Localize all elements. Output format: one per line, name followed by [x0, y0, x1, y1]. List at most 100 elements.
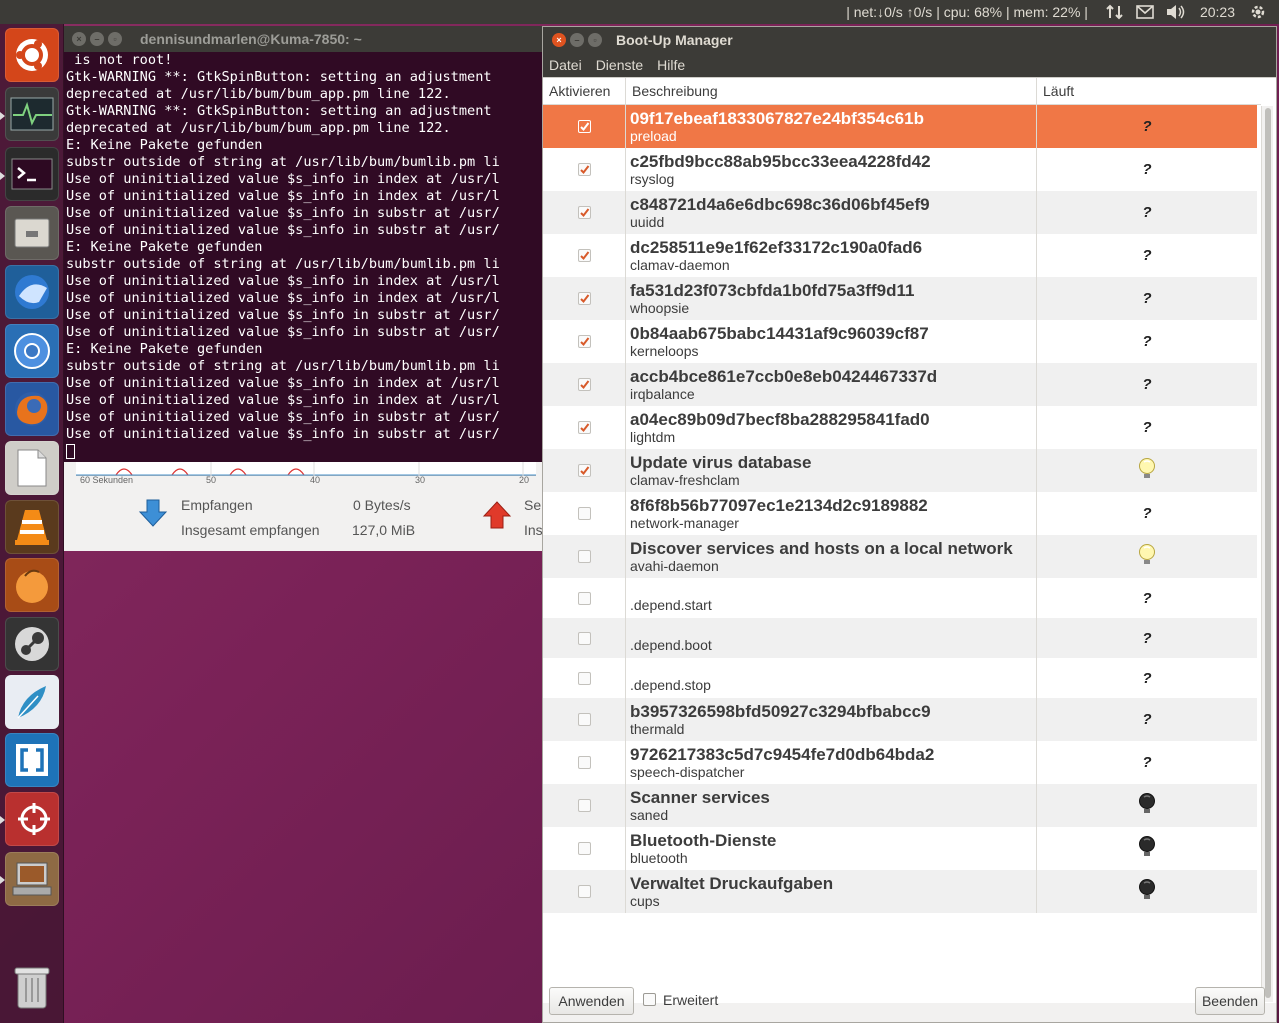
- scrollbar-thumb[interactable]: [1265, 108, 1271, 998]
- maximize-icon[interactable]: ▫: [588, 33, 602, 47]
- service-row-thermald[interactable]: b3957326598bfd50927c3294bfbabcc9 thermald…: [543, 698, 1257, 741]
- close-icon[interactable]: ×: [72, 32, 86, 46]
- advanced-checkbox[interactable]: [643, 993, 656, 1006]
- service-row-dot-depend-stop[interactable]: .depend.stop?: [543, 658, 1257, 698]
- service-row-clamav-daemon[interactable]: dc258511e9e1f62ef33172c190a0fad6 clamav-d…: [543, 234, 1257, 277]
- service-row-speech-dispatcher[interactable]: 9726217383c5d7c9454fe7d0db64bda2 speech-d…: [543, 741, 1257, 784]
- document-icon[interactable]: [5, 441, 59, 495]
- service-row-lightdm[interactable]: a04ec89b09d7becf8ba288295841fad0 lightdm?: [543, 406, 1257, 449]
- description-cell: 09f17ebeaf1833067827e24bf354c61b preload: [626, 105, 1037, 148]
- minimize-icon[interactable]: –: [90, 32, 104, 46]
- service-row-uuidd[interactable]: c848721d4a6e6dbc698c36d06bf45ef9 uuidd?: [543, 191, 1257, 234]
- description-cell: c848721d4a6e6dbc698c36d06bf45ef9 uuidd: [626, 191, 1037, 234]
- scrollbar[interactable]: [1261, 106, 1273, 1002]
- maximize-icon[interactable]: ▫: [108, 32, 122, 46]
- service-name: uuidd: [630, 213, 665, 230]
- quit-button[interactable]: Beenden: [1195, 987, 1265, 1015]
- activate-checkbox[interactable]: [577, 249, 591, 262]
- service-row-preload[interactable]: 09f17ebeaf1833067827e24bf354c61b preload?: [543, 105, 1257, 148]
- menu-dienste[interactable]: Dienste: [596, 57, 643, 73]
- activate-checkbox[interactable]: [577, 335, 591, 348]
- activate-checkbox[interactable]: [577, 591, 591, 605]
- thunderbird-icon[interactable]: [5, 265, 59, 319]
- trash-icon[interactable]: [5, 960, 59, 1014]
- activate-checkbox[interactable]: [577, 378, 591, 391]
- activate-checkbox[interactable]: [577, 163, 591, 176]
- activate-checkbox[interactable]: [577, 885, 591, 898]
- terminal-line: Gtk-WARNING **: GtkSpinButton: setting a…: [66, 69, 492, 85]
- service-row-kerneloops[interactable]: 0b84aab675babc14431af9c96039cf87 kerneloo…: [543, 320, 1257, 363]
- column-activate[interactable]: Aktivieren: [543, 78, 626, 105]
- activate-checkbox[interactable]: [577, 464, 591, 477]
- feather-icon[interactable]: [5, 675, 59, 729]
- workspace-computer-icon[interactable]: [5, 852, 59, 906]
- clock[interactable]: 20:23: [1200, 4, 1235, 20]
- service-title: Verwaltet Druckaufgaben: [630, 873, 834, 893]
- ubuntu-dash-icon[interactable]: [5, 28, 59, 82]
- service-title: 8f6f8b56b77097ec1e2134d2c9189882: [630, 495, 928, 515]
- service-row-dot-depend-start[interactable]: .depend.start?: [543, 578, 1257, 618]
- screenshot-target-icon[interactable]: [5, 792, 59, 846]
- bum-titlebar[interactable]: × – ▫ Boot-Up Manager: [543, 27, 1276, 53]
- service-row-rsyslog[interactable]: c25fbd9bcc88ab95bcc33eea4228fd42 rsyslog?: [543, 148, 1257, 191]
- files-icon[interactable]: [5, 206, 59, 260]
- activate-checkbox[interactable]: [577, 799, 591, 812]
- gear-icon[interactable]: [1246, 3, 1270, 21]
- service-row-whoopsie[interactable]: fa531d23f073cbfda1b0fd75a3ff9d11 whoopsie…: [543, 277, 1257, 320]
- column-running[interactable]: Läuft: [1037, 78, 1261, 105]
- activate-checkbox[interactable]: [577, 421, 591, 434]
- service-row-dot-depend-boot[interactable]: .depend.boot?: [543, 618, 1257, 658]
- terminal-output[interactable]: is not root! Gtk-WARNING **: GtkSpinButt…: [64, 52, 544, 460]
- steam-icon[interactable]: [5, 617, 59, 671]
- activate-cell: [543, 578, 626, 618]
- menu-hilfe[interactable]: Hilfe: [657, 57, 685, 73]
- service-row-saned[interactable]: Scanner services saned: [543, 784, 1257, 827]
- chromium-icon[interactable]: [5, 324, 59, 378]
- activate-checkbox[interactable]: [577, 756, 591, 769]
- mail-icon[interactable]: [1133, 3, 1157, 21]
- activate-checkbox[interactable]: [577, 120, 591, 133]
- activate-checkbox[interactable]: [577, 550, 591, 563]
- minimize-icon[interactable]: –: [570, 33, 584, 47]
- vlc-icon[interactable]: [5, 500, 59, 554]
- service-name: irqbalance: [630, 385, 695, 402]
- service-row-cups[interactable]: Verwaltet Druckaufgaben cups: [543, 870, 1257, 913]
- activate-checkbox[interactable]: [577, 206, 591, 219]
- running-cell: ?: [1037, 105, 1257, 148]
- system-monitor-icon[interactable]: [5, 87, 59, 141]
- activate-checkbox[interactable]: [577, 507, 591, 520]
- activate-checkbox[interactable]: [577, 292, 591, 305]
- description-cell: Bluetooth-Dienste bluetooth: [626, 827, 1037, 870]
- column-description[interactable]: Beschreibung: [626, 78, 1037, 105]
- service-row-avahi-daemon[interactable]: Discover services and hosts on a local n…: [543, 535, 1257, 578]
- brackets-icon[interactable]: [5, 733, 59, 787]
- running-cell: ?: [1037, 363, 1257, 406]
- unknown-status-icon: ?: [1142, 290, 1152, 307]
- service-row-bluetooth[interactable]: Bluetooth-Dienste bluetooth: [543, 827, 1257, 870]
- apply-button[interactable]: Anwenden: [549, 987, 634, 1015]
- service-row-irqbalance[interactable]: accb4bce861e7ccb0e8eb0424467337d irqbalan…: [543, 363, 1257, 406]
- terminal-titlebar[interactable]: × – ▫ dennisundmarlen@Kuma-7850: ~: [64, 26, 544, 52]
- menu-datei[interactable]: Datei: [549, 57, 582, 73]
- activate-cell: [543, 277, 626, 320]
- unknown-status-icon: ?: [1142, 754, 1152, 771]
- sysmon-indicator[interactable]: | net:↓0/s ↑0/s | cpu: 68% | mem: 22% |: [846, 4, 1088, 20]
- keyboard-sort-icon[interactable]: [1103, 3, 1127, 21]
- terminal-icon[interactable]: [5, 147, 59, 201]
- terminal-line: Use of uninitialized value $s_info in in…: [66, 290, 500, 306]
- activate-checkbox[interactable]: [577, 713, 591, 726]
- volume-icon[interactable]: [1163, 3, 1187, 21]
- graph-tick: 20: [519, 475, 530, 485]
- activate-checkbox[interactable]: [577, 671, 591, 685]
- service-row-clamav-freshclam[interactable]: Update virus database clamav-freshclam: [543, 449, 1257, 492]
- terminal-line: Use of uninitialized value $s_info in su…: [66, 307, 500, 323]
- close-icon[interactable]: ×: [552, 33, 566, 47]
- service-row-network-manager[interactable]: 8f6f8b56b77097ec1e2134d2c9189882 network-…: [543, 492, 1257, 535]
- firefox-icon[interactable]: [5, 382, 59, 436]
- activate-cell: [543, 741, 626, 784]
- clementine-icon[interactable]: [5, 558, 59, 612]
- activate-checkbox[interactable]: [577, 631, 591, 645]
- activate-cell: [543, 234, 626, 277]
- activate-checkbox[interactable]: [577, 842, 591, 855]
- terminal-line: Use of uninitialized value $s_info in su…: [66, 205, 500, 221]
